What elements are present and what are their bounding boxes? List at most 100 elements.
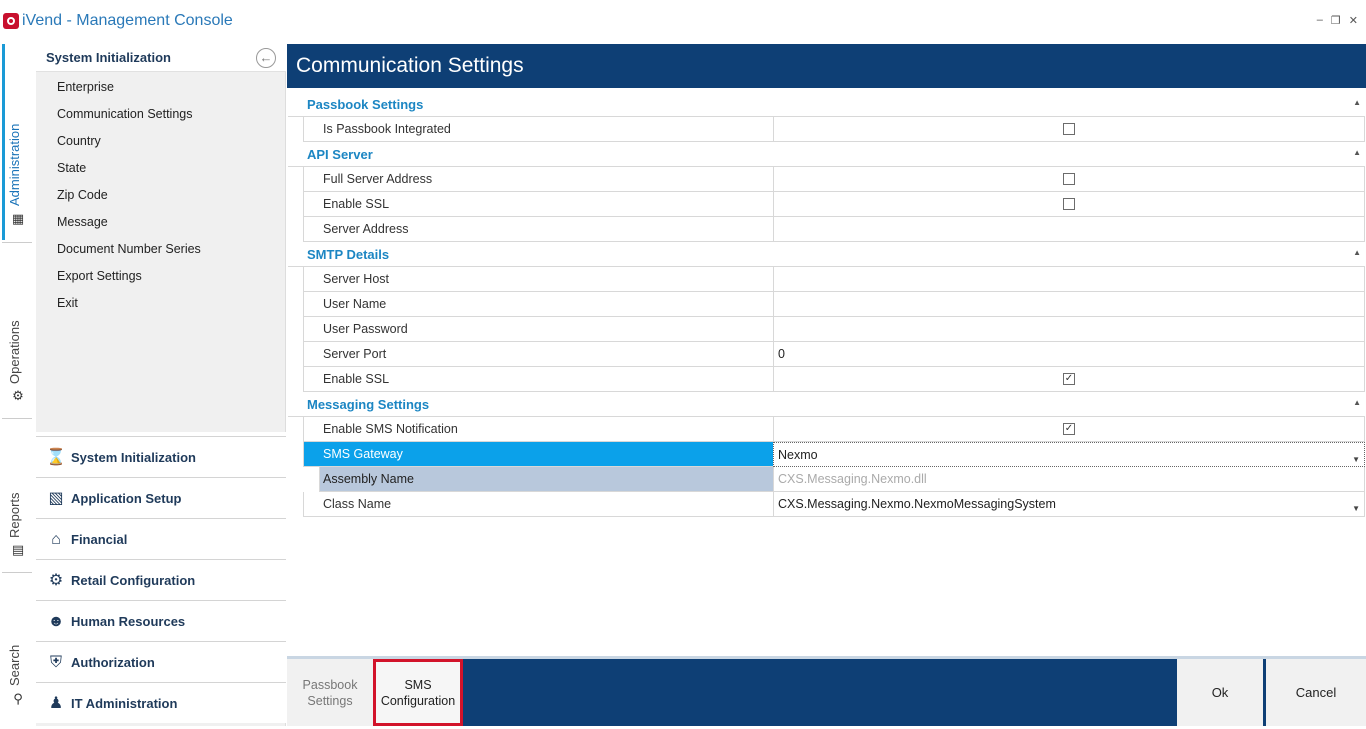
tab-administration-label: Administration [7, 123, 22, 206]
sidebar-item-communication-settings[interactable]: Communication Settings [36, 101, 286, 128]
module-label: Human Resources [71, 614, 186, 629]
tab-separator [2, 418, 32, 419]
module-list: ⌛ System Initialization ▧ Application Se… [36, 436, 286, 723]
property-value[interactable]: ✓ [773, 367, 1365, 392]
tab-separator [2, 572, 32, 573]
tab-operations[interactable]: Operations ⚙ [2, 244, 32, 416]
property-row: Enable SMS Notification ✓ [288, 417, 1365, 442]
page-title: Communication Settings [296, 54, 524, 77]
property-grid: Passbook Settings ▲ Is Passbook Integrat… [288, 92, 1365, 517]
chevron-down-icon[interactable]: ▼ [1352, 497, 1360, 521]
window-controls: – ❐ ✕ [1317, 14, 1358, 27]
server-port-input[interactable]: 0 [773, 342, 1365, 367]
tab-sms-configuration[interactable]: SMS Configuration [373, 659, 463, 726]
server-address-input[interactable] [773, 217, 1365, 242]
property-name: Full Server Address [303, 167, 773, 192]
terminal-icon: ▧ [48, 490, 64, 507]
sidebar-title: System Initialization [46, 50, 171, 65]
user-search-icon: ☻ [47, 613, 65, 630]
api-enable-ssl-checkbox[interactable] [1063, 198, 1075, 210]
cancel-button[interactable]: Cancel [1266, 659, 1366, 726]
class-name-dropdown[interactable]: CXS.Messaging.Nexmo.NexmoMessagingSystem… [773, 492, 1365, 517]
restore-icon[interactable]: ❐ [1331, 14, 1341, 27]
property-value[interactable] [773, 167, 1365, 192]
main-panel: Communication Settings Passbook Settings… [287, 44, 1366, 726]
sidebar-item-state[interactable]: State [36, 155, 286, 182]
property-row: Is Passbook Integrated [288, 117, 1365, 142]
module-authorization[interactable]: ⛨ Authorization [36, 641, 286, 682]
bank-icon: ⌂ [51, 531, 61, 548]
property-value[interactable] [773, 117, 1365, 142]
sms-gateway-dropdown[interactable]: Nexmo ▼ [773, 442, 1365, 467]
property-row: Enable SSL [288, 192, 1365, 217]
tab-search[interactable]: Search ⚲ [2, 574, 32, 724]
close-icon[interactable]: ✕ [1349, 14, 1358, 27]
minimize-icon[interactable]: – [1317, 14, 1323, 27]
sidebar-item-export-settings[interactable]: Export Settings [36, 263, 286, 290]
module-application-setup[interactable]: ▧ Application Setup [36, 477, 286, 518]
module-retail-configuration[interactable]: ⚙ Retail Configuration [36, 559, 286, 600]
gear-icon: ⚙ [12, 388, 24, 403]
section-title: Passbook Settings [307, 97, 424, 112]
tab-operations-label: Operations [7, 320, 22, 384]
sms-gateway-value: Nexmo [778, 448, 818, 462]
server-host-input[interactable] [773, 267, 1365, 292]
module-label: Authorization [71, 655, 155, 670]
property-name: SMS Gateway [303, 442, 773, 467]
module-it-administration[interactable]: ♟ IT Administration [36, 682, 286, 723]
property-name: Server Port [303, 342, 773, 367]
user-password-input[interactable] [773, 317, 1365, 342]
module-financial[interactable]: ⌂ Financial [36, 518, 286, 559]
user-name-input[interactable] [773, 292, 1365, 317]
section-smtp-details[interactable]: SMTP Details ▲ [288, 242, 1365, 267]
module-label: Retail Configuration [71, 573, 196, 588]
property-name: Enable SMS Notification [303, 417, 773, 442]
property-row: User Password [288, 317, 1365, 342]
tab-sms-configuration-label: SMS Configuration [380, 677, 456, 708]
property-name: Class Name [303, 492, 773, 517]
section-passbook-settings[interactable]: Passbook Settings ▲ [288, 92, 1365, 117]
full-server-address-checkbox[interactable] [1063, 173, 1075, 185]
sidebar-item-message[interactable]: Message [36, 209, 286, 236]
module-label: Financial [71, 532, 128, 547]
smtp-enable-ssl-checkbox[interactable]: ✓ [1063, 373, 1075, 385]
tab-passbook-settings[interactable]: Passbook Settings [287, 659, 373, 726]
class-name-value: CXS.Messaging.Nexmo.NexmoMessagingSystem [778, 497, 1056, 511]
section-messaging-settings[interactable]: Messaging Settings ▲ [288, 392, 1365, 417]
window-title: iVend - Management Console [22, 12, 233, 29]
ok-button[interactable]: Ok [1177, 659, 1263, 726]
property-value[interactable] [773, 192, 1365, 217]
module-system-initialization[interactable]: ⌛ System Initialization [36, 436, 286, 477]
assembly-name-value: CXS.Messaging.Nexmo.dll [773, 467, 1365, 492]
vertical-tab-strip: Administration ▦ Operations ⚙ Reports ▤ … [0, 44, 36, 726]
property-row: Full Server Address [288, 167, 1365, 192]
tab-reports[interactable]: Reports ▤ [2, 420, 32, 570]
property-name: User Password [303, 317, 773, 342]
collapse-up-icon[interactable]: ▲ [1353, 98, 1361, 107]
collapse-up-icon[interactable]: ▲ [1353, 248, 1361, 257]
tab-separator [2, 242, 32, 243]
passbook-integrated-checkbox[interactable] [1063, 123, 1075, 135]
property-name: Assembly Name [319, 467, 773, 492]
sidebar-item-country[interactable]: Country [36, 128, 286, 155]
module-human-resources[interactable]: ☻ Human Resources [36, 600, 286, 641]
sidebar-item-enterprise[interactable]: Enterprise [36, 74, 286, 101]
tab-administration[interactable]: Administration ▦ [2, 44, 32, 240]
property-row: Class Name CXS.Messaging.Nexmo.NexmoMess… [288, 492, 1365, 517]
sidebar-item-zip-code[interactable]: Zip Code [36, 182, 286, 209]
sidebar-item-document-number-series[interactable]: Document Number Series [36, 236, 286, 263]
collapse-up-icon[interactable]: ▲ [1353, 398, 1361, 407]
section-api-server[interactable]: API Server ▲ [288, 142, 1365, 167]
bottom-bar: Passbook Settings SMS Configuration Ok C… [287, 656, 1366, 726]
tab-search-label: Search [7, 644, 22, 686]
shield-icon: ⛨ [49, 654, 62, 671]
sidebar-item-exit[interactable]: Exit [36, 290, 286, 317]
collapse-up-icon[interactable]: ▲ [1353, 148, 1361, 157]
module-label: IT Administration [71, 696, 178, 711]
property-row: Assembly Name CXS.Messaging.Nexmo.dll [288, 467, 1365, 492]
sms-notification-checkbox[interactable]: ✓ [1063, 423, 1075, 435]
property-row-selected: SMS Gateway Nexmo ▼ [288, 442, 1365, 467]
property-value[interactable]: ✓ [773, 417, 1365, 442]
arrow-left-icon: ← [259, 50, 273, 65]
collapse-sidebar-button[interactable]: ← [256, 48, 276, 68]
